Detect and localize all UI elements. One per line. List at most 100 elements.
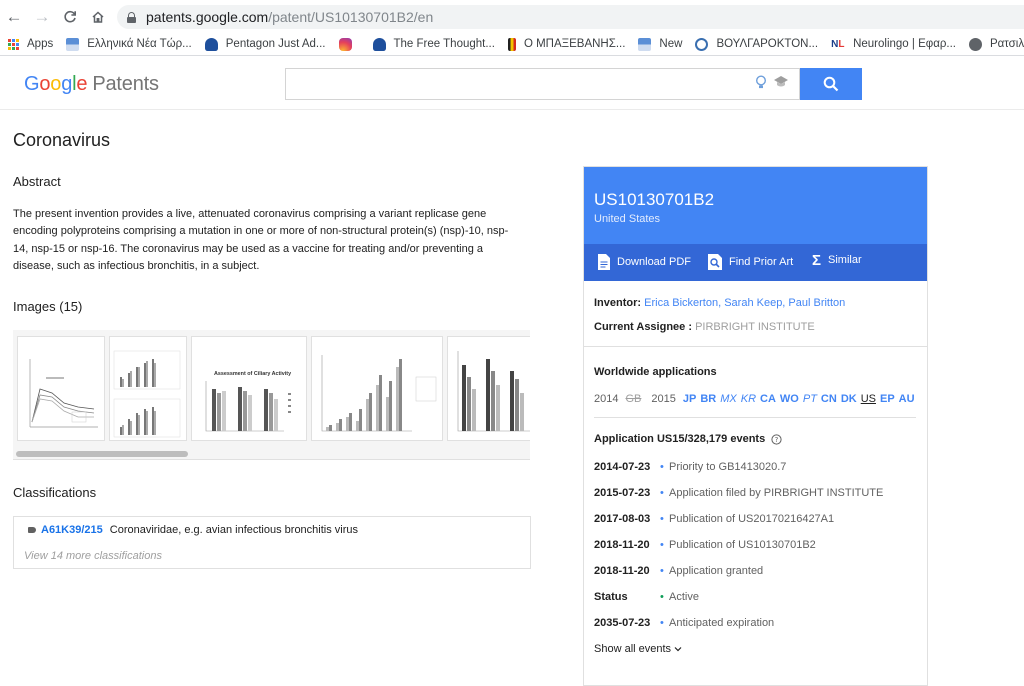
find-prior-art-button[interactable]: Find Prior Art [708,254,793,270]
event-row: 2017-08-03 • Publication of US2017021642… [594,513,834,525]
home-icon[interactable] [84,0,112,33]
event-date: 2017-08-03 [594,513,651,525]
bookmark-item[interactable]: The Free Thought... [372,37,495,51]
find-prior-art-label: Find Prior Art [729,256,794,268]
assignee-label: Current Assignee : [594,321,693,333]
events-heading-row: Application US15/328,179 events ? [594,433,782,445]
event-row-status: Status • Active [594,591,699,603]
google-patents-logo[interactable]: Google Patents [24,73,159,96]
lightbulb-icon[interactable] [755,75,767,93]
similar-button[interactable]: Σ Similar [812,251,862,269]
event-text: Priority to GB1413020.7 [669,461,787,473]
patent-figure-thumbnail[interactable] [447,336,530,441]
bookmark-item[interactable]: ΒΟΥΛΓΑΡΟΚΤΟΝ... [695,37,818,51]
globe-icon [968,37,982,51]
event-date: 2014-07-23 [594,461,651,473]
bookmark-label: Ελληνικά Νέα Τώρ... [87,38,192,50]
event-row: 2035-07-23 • Anticipated expiration [594,617,774,629]
country-link[interactable]: DK [841,393,857,405]
country-link[interactable]: KR [741,393,756,405]
search-button[interactable] [800,68,862,100]
patents-header: Google Patents [0,57,1024,110]
bookmark-item[interactable]: Ελληνικά Νέα Τώρ... [66,37,192,51]
event-text: Anticipated expiration [669,617,775,629]
event-text: Publication of US10130701B2 [669,539,816,551]
event-row: 2018-11-20 • Publication of US10130701B2 [594,539,816,551]
country-link[interactable]: MX [720,393,737,405]
logo-google: G [24,73,40,95]
sigma-icon: Σ [812,251,822,269]
year-label: 2014 [594,393,619,405]
country-link[interactable]: EP [880,393,895,405]
page-title: Coronavirus [13,130,111,150]
country-link[interactable]: CN [821,393,837,405]
forward-icon[interactable]: → [28,0,56,33]
country-link[interactable]: GB [625,393,641,405]
abstract-heading: Abstract [13,174,61,189]
flag-icon [507,37,516,51]
event-text: Application filed by PIRBRIGHT INSTITUTE [669,487,884,499]
search-input[interactable] [285,68,800,100]
country-link[interactable]: AU [899,393,915,405]
bookmark-apps[interactable]: Apps [8,38,53,50]
news-site-icon [66,37,80,51]
bookmark-item[interactable]: NL Neurolingo | Εφαρ... [831,38,956,51]
bookmark-item[interactable]: Ρατσιλντ [968,37,1024,51]
country-link-current[interactable]: US [861,393,876,405]
inventor-links[interactable]: Erica Bickerton, Sarah Keep, Paul Britto… [644,297,845,309]
figure-title: Assessment of Ciliary Activity [214,371,292,377]
carousel-scrollbar[interactable] [16,451,188,457]
show-all-events-label: Show all events [594,643,672,655]
browser-toolbar: ← → patents.google.com/patent/US10130701… [0,0,1024,33]
classification-description: Coronaviridae, e.g. avian infectious bro… [109,524,359,536]
scholar-cap-icon[interactable] [773,75,789,93]
event-date: 2035-07-23 [594,617,651,629]
country-link[interactable]: CA [760,393,776,405]
card-actions-bar: Download PDF Find Prior Art Σ Similar [584,244,927,281]
download-pdf-button[interactable]: Download PDF [598,254,691,270]
classification-code-link[interactable]: A61K39/215 [41,524,103,536]
bookmark-item[interactable]: New [638,37,682,51]
status-value: Active [669,591,699,603]
country-link[interactable]: BR [700,393,716,405]
prior-art-search-icon [708,254,722,270]
bookmark-item[interactable] [338,37,360,51]
patent-figure-thumbnail[interactable]: Assessment of Ciliary Activity [191,336,307,441]
svg-text:?: ? [775,436,779,444]
year-label: 2015 [651,393,676,405]
country-link[interactable]: PT [803,393,817,405]
country-link[interactable]: WO [780,393,799,405]
patent-figure-thumbnail[interactable] [17,336,105,441]
similar-label: Similar [828,254,862,266]
patent-figure-thumbnail[interactable] [109,336,187,441]
help-icon[interactable]: ? [771,433,782,445]
country: United States [594,213,661,225]
event-dot: • [660,565,664,577]
view-more-classifications-link[interactable]: View 14 more classifications [24,550,162,562]
url-path: /patent/US10130701B2/en [268,9,434,25]
classifications-box: A61K39/215 Coronaviridae, e.g. avian inf… [13,516,531,569]
event-dot: • [660,461,664,473]
images-carousel[interactable]: Assessment of Ciliary Activity [13,330,530,460]
download-pdf-label: Download PDF [617,256,691,268]
back-icon[interactable]: ← [0,0,28,33]
circle-logo-icon [695,37,709,51]
bookmark-item[interactable]: Pentagon Just Ad... [204,37,326,51]
publication-number: US10130701B2 [594,190,715,209]
worldwide-heading: Worldwide applications [594,366,717,378]
classification-row: A61K39/215 Coronaviridae, e.g. avian inf… [28,524,358,536]
event-date: 2018-11-20 [594,539,650,551]
country-link[interactable]: JP [683,393,696,405]
reload-icon[interactable] [56,0,84,33]
patent-figure-thumbnail[interactable] [311,336,443,441]
events-heading: Application US15/328,179 events [594,433,766,445]
apps-grid-icon [8,38,19,50]
bookmark-label: The Free Thought... [393,38,495,50]
address-bar[interactable]: patents.google.com/patent/US10130701B2/e… [117,5,1024,29]
inventor-label: Inventor: [594,297,642,309]
bookmark-item[interactable]: Ο ΜΠΑΞΕΒΑΝΗΣ... [507,37,625,51]
event-row: 2015-07-23 • Application filed by PIRBRI… [594,487,883,499]
assignee-value[interactable]: PIRBRIGHT INSTITUTE [695,321,815,333]
bookmark-label: Neurolingo | Εφαρ... [853,38,956,50]
show-all-events-button[interactable]: Show all events [594,643,682,655]
